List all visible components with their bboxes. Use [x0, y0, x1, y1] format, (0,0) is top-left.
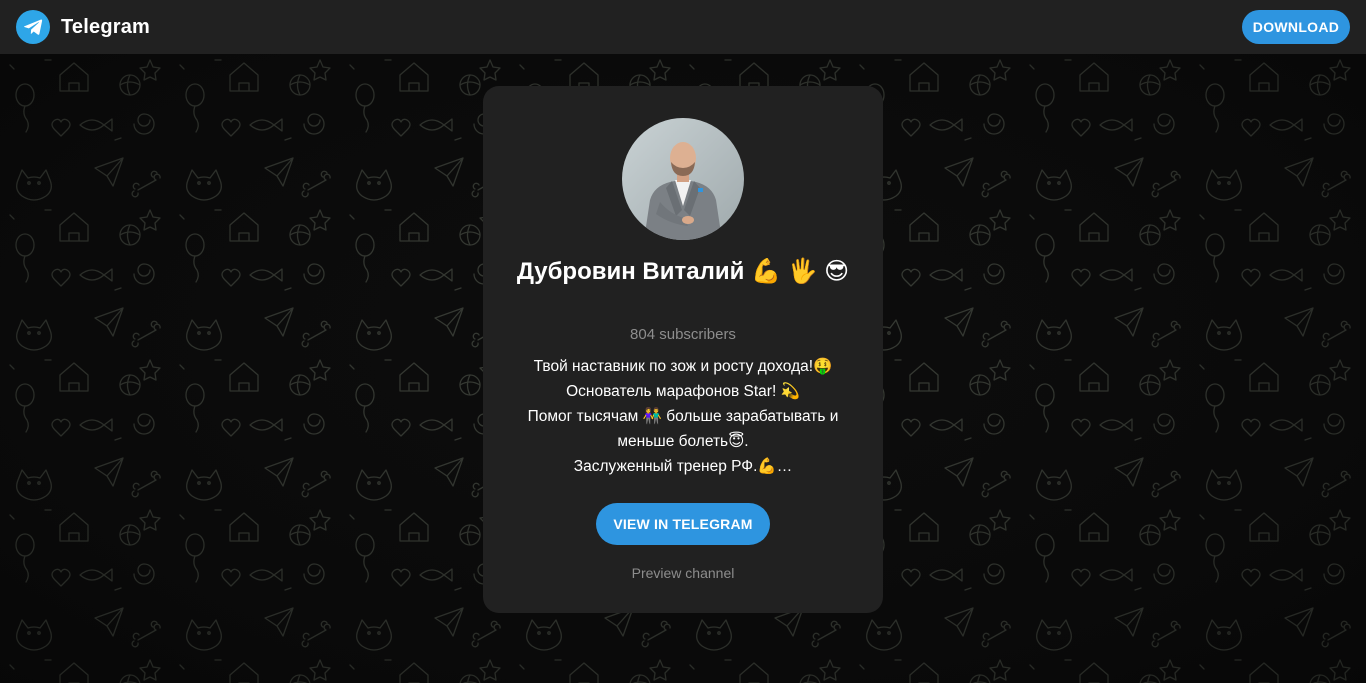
- description-line: Твой наставник по зож и росту дохода!🤑: [533, 358, 833, 375]
- description-line: меньше болеть😇.: [617, 433, 749, 450]
- channel-avatar: [622, 118, 744, 240]
- description-line: Помог тысячам 👫 больше зарабатывать и: [527, 408, 839, 425]
- brand[interactable]: Telegram: [16, 10, 150, 44]
- subscriber-count: 804 subscribers: [630, 326, 736, 343]
- view-in-telegram-button[interactable]: VIEW IN TELEGRAM: [596, 503, 770, 545]
- telegram-logo-icon: [16, 10, 50, 44]
- page: Telegram DOWNLOAD Дубровин Виталий 💪 🖐 😎…: [0, 0, 1366, 683]
- channel-card: Дубровин Виталий 💪 🖐 😎 804 subscribers Т…: [483, 86, 883, 613]
- description-line: Заслуженный тренер РФ.💪…: [573, 458, 793, 475]
- app-name: Telegram: [61, 15, 151, 38]
- channel-description: Твой наставник по зож и росту дохода!🤑 О…: [503, 354, 863, 479]
- top-bar: Telegram DOWNLOAD: [0, 0, 1366, 54]
- preview-channel-link[interactable]: Preview channel: [483, 564, 883, 582]
- download-button[interactable]: DOWNLOAD: [1242, 10, 1350, 44]
- channel-title: Дубровин Виталий 💪 🖐 😎: [516, 258, 850, 285]
- description-line: Основатель марафонов Star! 💫: [566, 383, 800, 400]
